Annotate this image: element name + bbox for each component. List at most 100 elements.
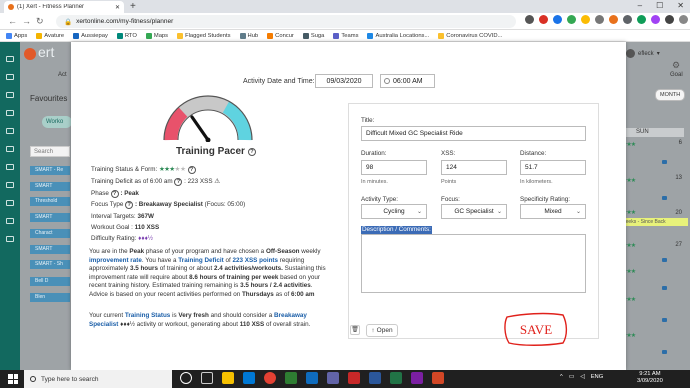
bike-icon[interactable] — [6, 146, 14, 152]
help-icon[interactable]: ? — [187, 166, 196, 174]
app-icon[interactable] — [285, 372, 297, 384]
chat-icon[interactable] — [6, 164, 14, 170]
help-icon[interactable]: ? — [125, 201, 134, 209]
favourite-workout-button[interactable]: Blen — [30, 293, 70, 302]
store-icon[interactable] — [243, 372, 255, 384]
extension-icon[interactable] — [525, 15, 534, 24]
help-icon[interactable] — [6, 200, 14, 206]
taskbar-search[interactable]: Type here to search — [24, 370, 172, 388]
maximize-button[interactable]: ☐ — [656, 1, 663, 10]
extension-icon[interactable] — [539, 15, 548, 24]
bookmark-hub[interactable]: Hub — [239, 32, 258, 39]
close-tab-icon[interactable]: ✕ — [115, 4, 120, 11]
extension-icon[interactable] — [665, 15, 674, 24]
upload-icon[interactable] — [6, 236, 14, 242]
settings-icon[interactable] — [6, 182, 14, 188]
trash-icon[interactable]: 🗑 — [350, 325, 360, 335]
chart-icon[interactable] — [6, 92, 14, 98]
windows-start-icon[interactable] — [8, 374, 18, 384]
profile-avatar-icon[interactable] — [679, 15, 688, 24]
menu-icon[interactable] — [6, 56, 14, 62]
volume-icon[interactable]: ◁ — [580, 374, 584, 380]
help-icon[interactable]: ? — [174, 178, 183, 186]
favourite-workout-button[interactable]: Charact — [30, 229, 70, 238]
title-input[interactable]: Difficult Mixed GC Specialist Ride — [361, 126, 586, 141]
favourite-workout-button[interactable]: Bell D — [30, 277, 70, 286]
favourite-workout-button[interactable]: SMART — [30, 213, 70, 222]
calendar-icon[interactable] — [6, 110, 14, 116]
extension-icon[interactable] — [637, 15, 646, 24]
acrobat-icon[interactable] — [348, 372, 360, 384]
bookmark-avature[interactable]: Avature — [36, 32, 64, 39]
focus-select[interactable]: GC Specialist ⌄ — [441, 204, 507, 219]
workouts-toggle[interactable]: Worko — [42, 116, 72, 128]
activity-type-select[interactable]: Cycling ⌄ — [361, 204, 427, 219]
calendar-workout-icon[interactable] — [662, 160, 667, 164]
minimize-button[interactable]: – — [638, 1, 642, 10]
calendar-workout-icon[interactable] — [662, 318, 667, 322]
calendar-workout-icon[interactable] — [662, 196, 667, 200]
language-indicator[interactable]: ENG — [591, 374, 604, 380]
extension-icon[interactable] — [609, 15, 618, 24]
word-icon[interactable] — [369, 372, 381, 384]
favourite-workout-button[interactable]: SMART - Re — [30, 166, 70, 175]
activity-tab[interactable]: Act — [58, 72, 67, 78]
browser-tab[interactable]: (1) Xert - Fitness Planner ✕ — [4, 1, 124, 13]
back-arrow-icon[interactable]: ← — [8, 16, 17, 26]
bookmark-suga[interactable]: Suga — [302, 32, 324, 39]
bookmark-rto[interactable]: RTO — [116, 32, 137, 39]
extension-icon[interactable] — [567, 15, 576, 24]
cortana-icon[interactable] — [180, 372, 192, 384]
extension-icon[interactable] — [651, 15, 660, 24]
bookmark-teams[interactable]: Teams — [333, 32, 358, 39]
list-icon[interactable] — [6, 128, 14, 134]
extension-icon[interactable] — [595, 15, 604, 24]
bookmark-australia-locations[interactable]: Australia Locations... — [367, 32, 429, 39]
bookmark-flagged-students[interactable]: Flagged Students — [177, 32, 231, 39]
distance-input[interactable]: 51.7 — [520, 160, 586, 175]
extension-icon[interactable] — [623, 15, 632, 24]
new-tab-button[interactable]: + — [130, 1, 136, 12]
forward-arrow-icon[interactable]: → — [22, 16, 31, 26]
bookmark-concur[interactable]: Concur — [267, 32, 294, 39]
xss-input[interactable]: 124 — [441, 160, 507, 175]
month-button[interactable]: MONTH — [655, 89, 686, 101]
network-icon[interactable]: ▭ — [569, 374, 574, 380]
user-menu[interactable]: efleck ▾ — [626, 49, 660, 58]
chevron-up-icon[interactable]: ^ — [560, 374, 563, 380]
bookmark-apps[interactable]: Apps — [6, 32, 27, 39]
star-icon[interactable] — [6, 218, 14, 224]
time-input[interactable]: 06:00 AM — [380, 74, 435, 88]
bookmark-maps[interactable]: Maps — [145, 32, 168, 39]
favourites-search-input[interactable]: Search — [30, 146, 70, 157]
date-input[interactable]: 09/03/2020 — [315, 74, 373, 88]
open-button[interactable]: ↑ Open — [366, 324, 398, 337]
calendar-workout-icon[interactable] — [662, 350, 667, 354]
powerpoint-icon[interactable] — [432, 372, 444, 384]
calendar-workout-icon[interactable] — [662, 258, 667, 262]
favourite-workout-button[interactable]: SMART — [30, 245, 70, 254]
help-icon[interactable]: ? — [247, 147, 256, 156]
favourite-workout-button[interactable]: Threshold — [30, 197, 70, 206]
extension-icon[interactable] — [553, 15, 562, 24]
reload-icon[interactable]: ↻ — [36, 16, 44, 27]
chrome-icon[interactable] — [264, 372, 276, 384]
teams-icon[interactable] — [327, 372, 339, 384]
excel-icon[interactable] — [390, 372, 402, 384]
bookmark-coronavirus[interactable]: Coronavirus COVID... — [438, 32, 502, 39]
bookmark-aussiepay[interactable]: Aussiepay — [73, 32, 108, 39]
gear-icon[interactable]: ⚙ — [672, 60, 680, 71]
url-field[interactable]: 🔒 xertonline.com/my-fitness/planner — [56, 15, 516, 28]
home-icon[interactable] — [6, 74, 14, 80]
onenote-icon[interactable] — [411, 372, 423, 384]
taskbar-clock[interactable]: 9:21 AM 3/09/2020 — [637, 371, 663, 385]
task-view-icon[interactable] — [201, 372, 213, 384]
close-window-button[interactable]: ✕ — [677, 1, 684, 10]
outlook-icon[interactable] — [306, 372, 318, 384]
file-explorer-icon[interactable] — [222, 372, 234, 384]
specificity-select[interactable]: Mixed ⌄ — [520, 204, 586, 219]
calendar-workout-icon[interactable] — [662, 286, 667, 290]
extension-icon[interactable] — [581, 15, 590, 24]
duration-input[interactable]: 98 — [361, 160, 427, 175]
favourite-workout-button[interactable]: SMART - Sh — [30, 260, 70, 269]
